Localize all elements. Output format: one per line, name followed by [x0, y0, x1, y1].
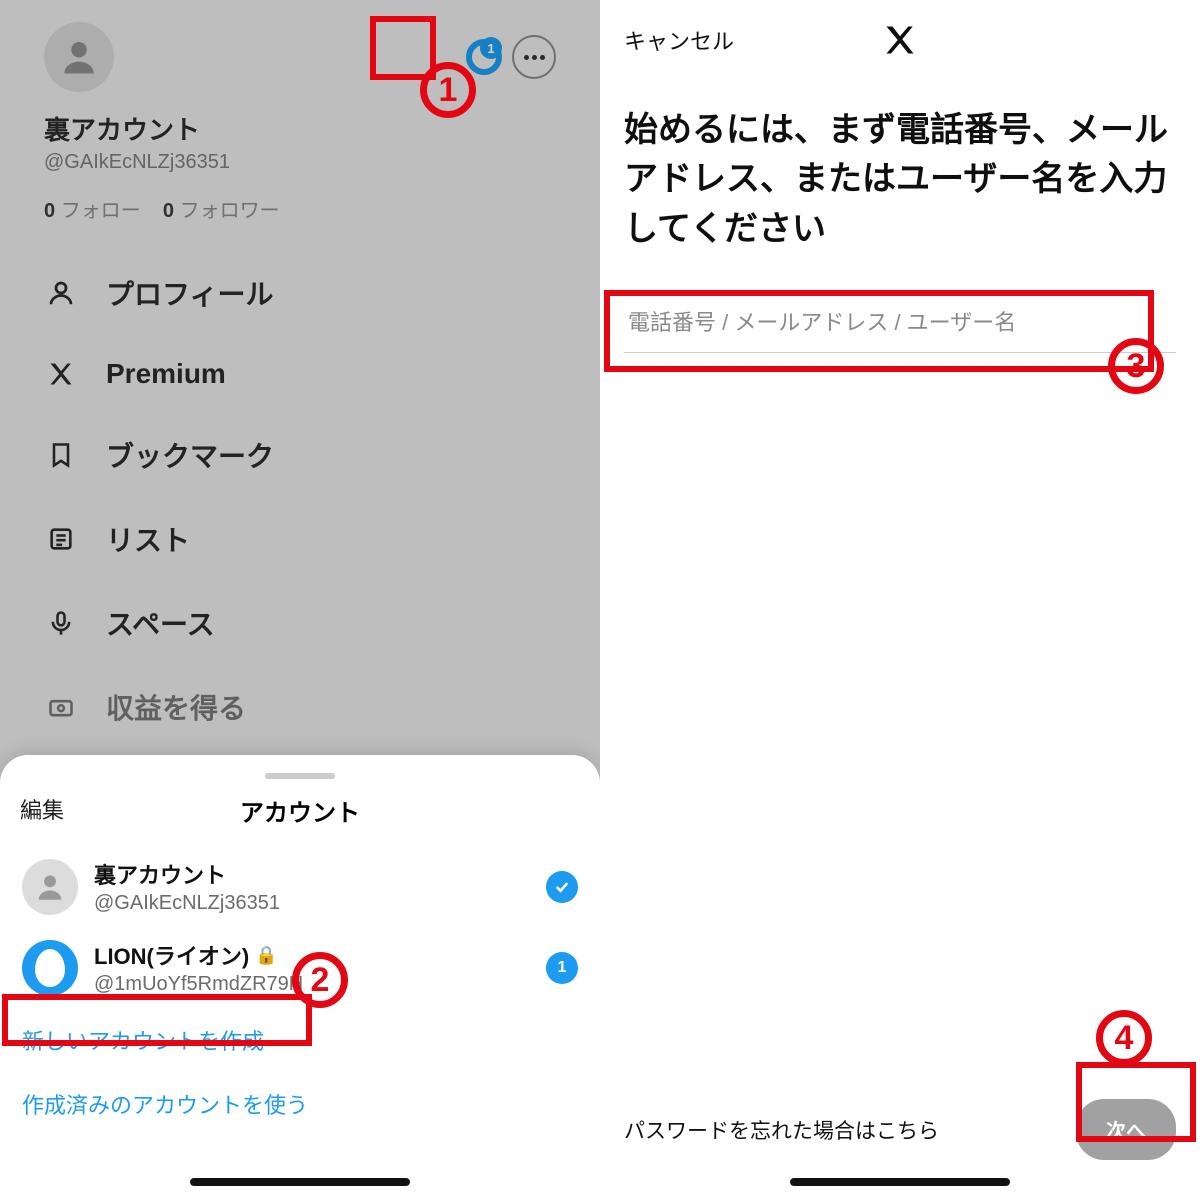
x-logo-icon — [882, 22, 918, 58]
annotation-number-4: 4 — [1096, 1010, 1152, 1066]
home-indicator — [190, 1178, 410, 1186]
avatar — [22, 940, 78, 996]
annotation-number-1: 1 — [420, 62, 476, 118]
account-handle: @GAIkEcNLZj36351 — [94, 892, 530, 915]
account-name: LION(ライオン) — [94, 939, 249, 971]
avatar — [22, 859, 78, 915]
cancel-button[interactable]: キャンセル — [624, 24, 734, 56]
annotation-number-3: 3 — [1108, 338, 1164, 394]
forgot-password-link[interactable]: パスワードを忘れた場合はこちら — [624, 1115, 939, 1145]
notification-count-badge: 1 — [546, 952, 578, 984]
account-row[interactable]: 裏アカウント @GAIkEcNLZj36351 — [16, 846, 584, 927]
annotation-box-2 — [2, 994, 312, 1046]
use-existing-account-link[interactable]: 作成済みのアカウントを使う — [16, 1072, 584, 1136]
account-name: 裏アカウント — [94, 858, 530, 890]
selected-check-icon — [546, 871, 578, 903]
annotation-box-3 — [604, 290, 1154, 372]
edit-button[interactable]: 編集 — [20, 793, 64, 825]
sheet-title: アカウント — [240, 793, 360, 828]
login-headline: 始めるには、まず電話番号、メールアドレス、またはユーザー名を入力してください — [600, 56, 1200, 294]
left-pane: 1 裏アカウント @GAIkEcNLZj36351 0 フォロー 0 フォロワー… — [0, 0, 600, 1200]
sheet-drag-handle[interactable] — [265, 773, 335, 779]
lock-icon: 🔒 — [255, 945, 277, 966]
right-pane: キャンセル 始めるには、まず電話番号、メールアドレス、またはユーザー名を入力して… — [600, 0, 1200, 1200]
home-indicator — [790, 1178, 1010, 1186]
annotation-box-4 — [1076, 1062, 1196, 1142]
egg-icon — [35, 949, 65, 987]
annotation-number-2: 2 — [292, 952, 348, 1008]
person-icon — [33, 870, 67, 904]
